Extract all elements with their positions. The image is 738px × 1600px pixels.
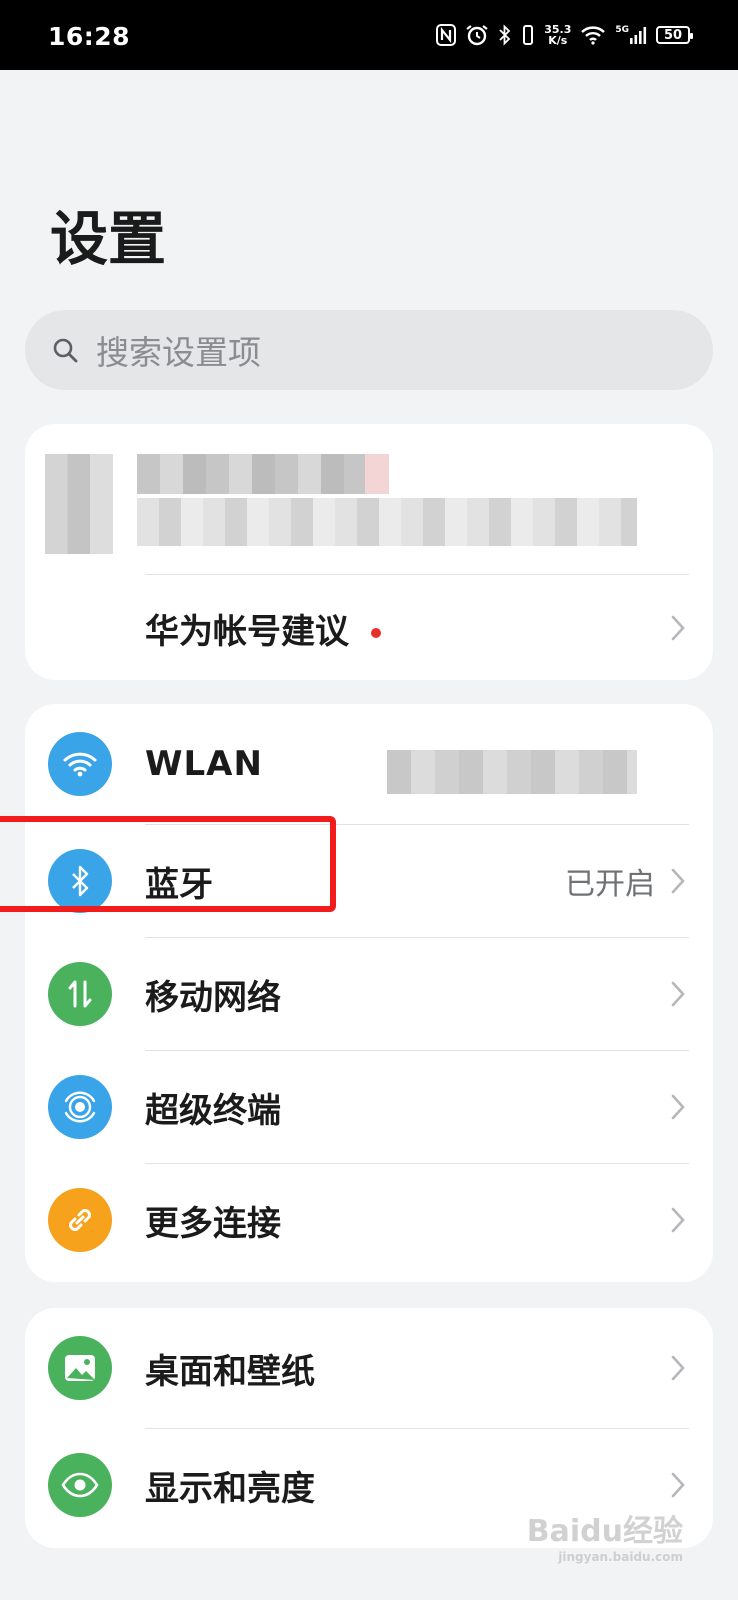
watermark-sub: jingyan.baidu.com <box>558 1550 683 1564</box>
settings-item-label: WLAN <box>145 744 263 784</box>
battery-icon: 50 <box>656 26 693 44</box>
bluetooth-status: 已开启 <box>565 867 655 902</box>
vibrate-icon <box>521 24 535 46</box>
settings-item-label: 更多连接 <box>145 1203 281 1244</box>
signal-label: 5G <box>615 25 629 35</box>
settings-item-label: 超级终端 <box>145 1090 281 1131</box>
status-icons: 35.3 K/s 5G 50 <box>436 24 693 46</box>
page-title: 设置 <box>50 205 167 273</box>
net-speed-unit: K/s <box>548 34 568 47</box>
status-time: 16:28 <box>48 22 131 51</box>
net-speed: 35.3 K/s <box>544 24 571 46</box>
account-suggestion-text: 华为帐号建议 <box>145 611 349 652</box>
divider <box>145 574 689 575</box>
wifi-icon <box>580 25 606 45</box>
settings-item-wallpaper[interactable]: 桌面和壁纸 <box>25 1308 713 1428</box>
settings-item-more-connections[interactable]: 更多连接 <box>25 1164 713 1276</box>
settings-item-wlan[interactable]: WLAN <box>25 704 713 824</box>
eye-icon <box>48 1453 112 1517</box>
account-name-redacted[interactable] <box>137 454 387 494</box>
wifi-icon <box>48 732 112 796</box>
mobile-data-icon <box>48 962 112 1026</box>
nfc-icon <box>436 24 457 46</box>
wallpaper-icon <box>48 1336 112 1400</box>
chevron-right-icon <box>671 868 685 894</box>
chevron-right-icon <box>671 981 685 1007</box>
chevron-right-icon <box>671 1207 685 1233</box>
highlight-annotation-box <box>0 816 336 912</box>
status-bar: 16:28 35.3 K/s 5G 50 <box>0 0 738 70</box>
search-bar[interactable]: 搜索设置项 <box>25 310 713 390</box>
connectivity-card: WLAN 蓝牙 已开启 移动网络 超级终端 更多连接 <box>25 704 713 1282</box>
account-card: 华为帐号建议 <box>25 424 713 680</box>
account-name-redacted-mark <box>365 454 389 494</box>
avatar[interactable] <box>45 454 113 554</box>
settings-item-super-device[interactable]: 超级终端 <box>25 1051 713 1163</box>
account-suggestion-row[interactable]: 华为帐号建议 <box>25 576 713 680</box>
super-device-icon <box>48 1075 112 1139</box>
notification-dot <box>371 628 381 638</box>
bluetooth-icon <box>498 24 512 46</box>
chevron-right-icon <box>671 1472 685 1498</box>
chevron-right-icon <box>671 1094 685 1120</box>
search-placeholder: 搜索设置项 <box>96 333 261 372</box>
chevron-right-icon <box>671 1355 685 1381</box>
watermark: Baidu经验 jingyan.baidu.com <box>527 1506 683 1564</box>
chevron-right-icon <box>671 615 685 641</box>
settings-item-label: 桌面和壁纸 <box>145 1351 315 1392</box>
account-info-redacted <box>137 498 637 546</box>
settings-item-label: 移动网络 <box>145 977 281 1018</box>
settings-item-label: 显示和亮度 <box>145 1468 315 1509</box>
wlan-network-redacted <box>387 750 637 794</box>
alarm-icon <box>465 24 489 46</box>
watermark-text: Baidu经验 <box>526 1514 683 1549</box>
account-suggestion-label: 华为帐号建议 <box>145 604 381 653</box>
link-icon <box>48 1188 112 1252</box>
cellular-signal-icon: 5G <box>615 25 647 45</box>
settings-item-mobile-network[interactable]: 移动网络 <box>25 938 713 1050</box>
search-icon <box>53 338 78 363</box>
